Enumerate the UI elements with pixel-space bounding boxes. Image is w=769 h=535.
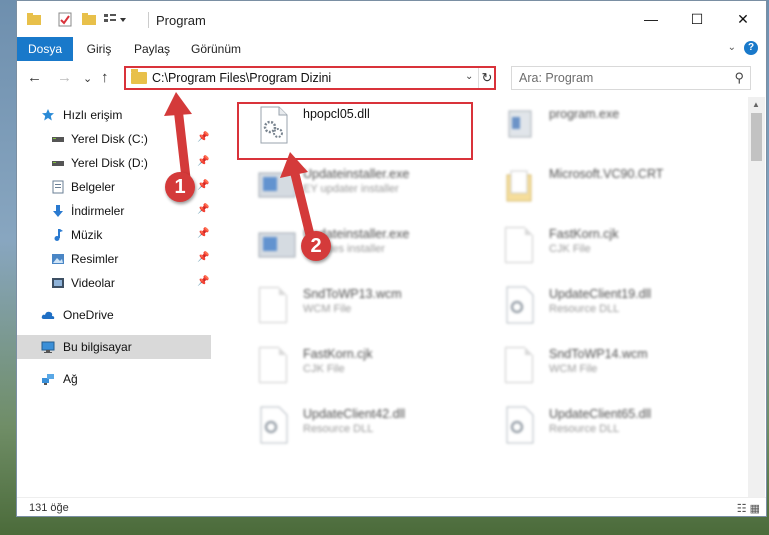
step-badge-2: 2	[301, 231, 331, 261]
step-badge-1: 1	[165, 172, 195, 202]
annotation-arrows	[164, 92, 315, 240]
